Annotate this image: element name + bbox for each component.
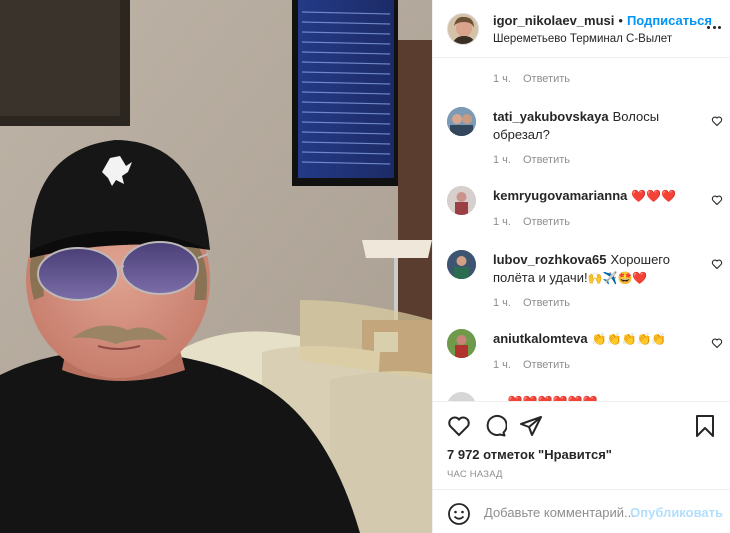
comment-text: lubov_rozhkova65 Хорошего полёта и удачи!… [493,251,693,287]
comment-time: 1 ч. [493,73,511,85]
comment-like-heart-icon[interactable] [711,258,723,270]
commenter-avatar[interactable] [447,107,476,136]
commenter-avatar-image [447,107,476,136]
author-username[interactable]: igor_nikolaev_musi [493,13,614,28]
comment-text: tati_yakubovskaya Волосы обрезал? [493,108,693,144]
author-avatar-image [448,13,478,44]
commenter-avatar-image [447,250,476,279]
comment-item: lubov_rozhkova65 Хорошего полёта и удачи!… [447,250,723,310]
commenter-avatar[interactable] [447,392,476,401]
commenter-avatar-image [447,329,476,358]
post-actions: 7 972 отметок "Нравится" ЧАС НАЗАД [433,401,730,489]
comment-like-heart-icon[interactable] [711,115,723,127]
separator-dot: • [618,12,623,28]
comment-like-heart-icon[interactable] [711,337,723,349]
comment-time: 1 ч. [493,216,511,228]
comment-item: tati_yakubovskaya Волосы обрезал? 1 ч. От… [447,107,723,167]
commenter-username[interactable]: ... [493,394,504,401]
comment-item: kemryugovamarianna ❤️❤️❤️ 1 ч. Ответить [447,186,723,236]
commenter-avatar[interactable] [447,186,476,215]
reply-button[interactable]: Ответить [523,216,570,228]
commenter-avatar[interactable] [447,250,476,279]
likes-count[interactable]: 7 972 отметок "Нравится" [447,447,612,462]
bookmark-icon[interactable] [693,414,717,438]
comment-meta: 1 ч. Ответить [493,357,570,373]
instagram-post: igor_nikolaev_musi • Подписаться Шеремет… [0,0,730,533]
comment-meta: 1 ч. Ответить [493,71,570,87]
post-timestamp[interactable]: ЧАС НАЗАД [447,469,503,480]
comment-icon[interactable] [483,414,507,438]
smiley-icon[interactable] [447,502,471,526]
comment-meta: 1 ч. Ответить [493,152,570,168]
comment-meta: 1 ч. Ответить [493,295,570,311]
paper-plane-icon[interactable] [519,414,543,438]
post-header: igor_nikolaev_musi • Подписаться Шеремет… [433,0,730,58]
commenter-username[interactable]: lubov_rozhkova65 [493,252,606,267]
comment-time: 1 ч. [493,359,511,371]
commenter-username[interactable]: aniutkalomteva [493,331,588,346]
commenter-avatar-image [447,186,476,215]
add-comment-bar: Опубликовать [433,489,730,533]
publish-button[interactable]: Опубликовать [630,505,723,520]
selfie-image [0,0,432,533]
comment-emoji: ❤️❤️❤️ [631,189,677,203]
comment-like-heart-icon[interactable] [711,194,723,206]
location-link[interactable]: Шереметьево Терминал С-Вылет [493,33,713,45]
reply-button[interactable]: Ответить [523,154,570,166]
reply-button[interactable]: Ответить [523,73,570,85]
commenter-avatar[interactable] [447,329,476,358]
reply-button[interactable]: Ответить [523,359,570,371]
reply-button[interactable]: Ответить [523,297,570,309]
ellipsis-icon[interactable] [707,20,721,34]
heart-icon[interactable] [447,414,471,438]
header-text: igor_nikolaev_musi • Подписаться Шеремет… [493,13,713,45]
comment-item-partial: ...❤️❤️❤️❤️❤️❤️ [447,392,723,401]
comment-input[interactable] [484,503,634,521]
comment-time: 1 ч. [493,154,511,166]
comment-text: ...❤️❤️❤️❤️❤️❤️ [493,393,693,401]
comment-text: aniutkalomteva 👏👏👏👏👏 [493,330,693,348]
commenter-username[interactable]: tati_yakubovskaya [493,109,609,124]
post-photo[interactable] [0,0,432,533]
author-avatar[interactable] [447,12,479,45]
comment-text: kemryugovamarianna ❤️❤️❤️ [493,187,693,205]
comments-list[interactable]: 1 ч. Ответить tati_yakubovskaya Волосы об… [433,59,730,401]
header-line: igor_nikolaev_musi • Подписаться [493,13,713,28]
comment-emoji: 🙌✈️🤩❤️ [587,271,648,285]
post-side-panel: igor_nikolaev_musi • Подписаться Шеремет… [432,0,730,533]
comment-time: 1 ч. [493,297,511,309]
comment-emoji: 👏👏👏👏👏 [591,332,667,346]
follow-button[interactable]: Подписаться [627,13,712,28]
commenter-username[interactable]: kemryugovamarianna [493,188,627,203]
comment-item: aniutkalomteva 👏👏👏👏👏 1 ч. Ответить [447,329,723,379]
comment-meta: 1 ч. Ответить [493,214,570,230]
